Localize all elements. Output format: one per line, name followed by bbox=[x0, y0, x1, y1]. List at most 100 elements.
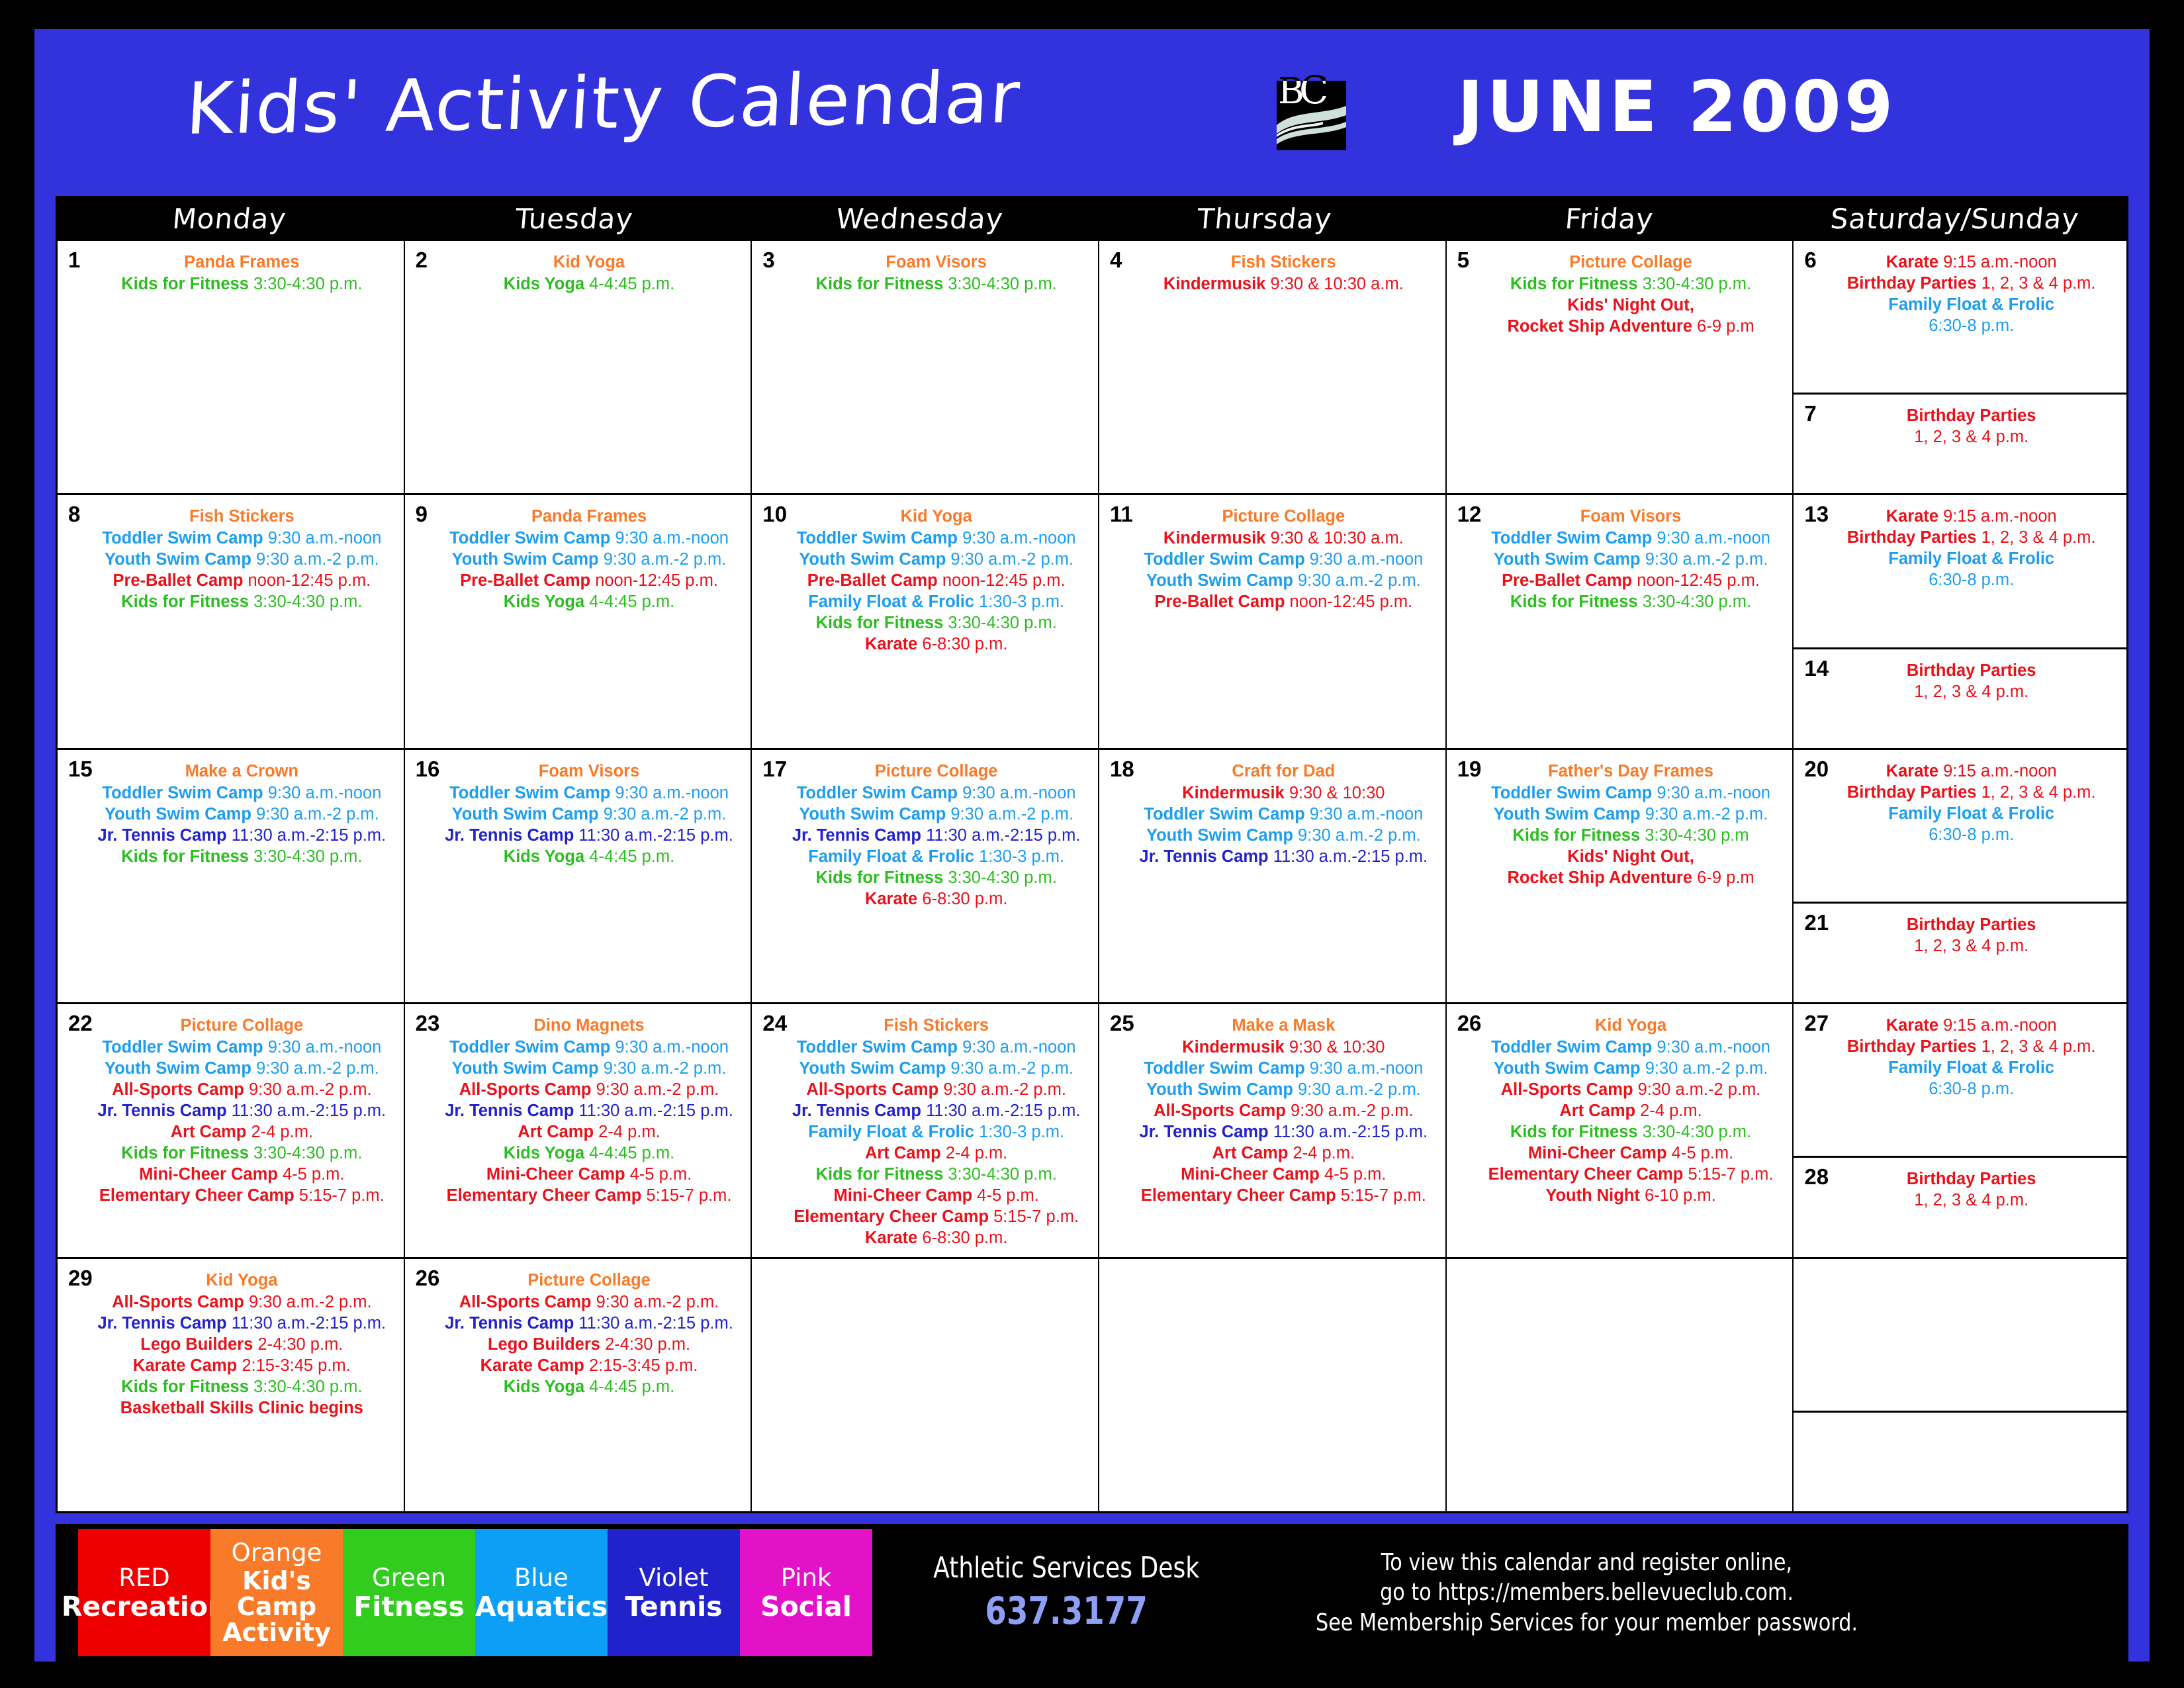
weekday-event[interactable]: Pre-Ballet Camp noon-12:45 p.m. bbox=[1476, 570, 1786, 591]
weekday-event[interactable]: Kids for Fitness 3:30-4:30 p.m. bbox=[87, 1376, 397, 1397]
weekday-event[interactable]: Youth Swim Camp 9:30 a.m.-2 p.m. bbox=[87, 549, 397, 570]
craft-activity-title[interactable]: Picture Collage bbox=[781, 761, 1091, 782]
weekday-event[interactable]: Youth Swim Camp 9:30 a.m.-2 p.m. bbox=[1128, 570, 1439, 591]
weekday-event[interactable]: Kids Yoga 4-4:45 p.m. bbox=[434, 1143, 745, 1164]
weekday-event[interactable]: All-Sports Camp 9:30 a.m.-2 p.m. bbox=[434, 1079, 745, 1100]
weekday-event[interactable]: Mini-Cheer Camp 4-5 p.m. bbox=[1476, 1143, 1786, 1164]
weekday-event[interactable]: Toddler Swim Camp 9:30 a.m.-noon bbox=[87, 1037, 397, 1058]
calendar-day-cell[interactable]: 2 Kid Yoga Kids Yoga 4-4:45 p.m. bbox=[404, 241, 752, 494]
weekday-event[interactable]: All-Sports Camp 9:30 a.m.-2 p.m. bbox=[87, 1291, 397, 1313]
weekday-event[interactable]: Toddler Swim Camp 9:30 a.m.-noon bbox=[1476, 1037, 1786, 1058]
weekday-event[interactable]: Toddler Swim Camp 9:30 a.m.-noon bbox=[87, 782, 397, 804]
weekday-event[interactable]: Elementary Cheer Camp 5:15-7 p.m. bbox=[781, 1206, 1091, 1227]
weekday-event[interactable]: Kids for Fitness 3:30-4:30 p.m. bbox=[87, 273, 397, 295]
weekday-event[interactable]: Art Camp 2-4 p.m. bbox=[434, 1121, 745, 1143]
weekend-event[interactable]: Birthday Parties bbox=[1823, 914, 2120, 935]
weekday-event[interactable]: Youth Swim Camp 9:30 a.m.-2 p.m. bbox=[434, 804, 745, 825]
weekday-event[interactable]: Youth Swim Camp 9:30 a.m.-2 p.m. bbox=[434, 1058, 745, 1079]
calendar-day-cell[interactable]: 12 Foam Visors Toddler Swim Camp 9:30 a.m.… bbox=[1446, 495, 1794, 748]
weekend-event[interactable]: Birthday Parties bbox=[1823, 660, 2120, 681]
weekday-event[interactable]: Youth Swim Camp 9:30 a.m.-2 p.m. bbox=[1128, 1079, 1439, 1100]
calendar-day-cell[interactable]: 16 Foam Visors Toddler Swim Camp 9:30 a.m.… bbox=[404, 749, 752, 1003]
weekend-event[interactable]: Karate 9:15 a.m.-noon bbox=[1823, 252, 2120, 273]
weekday-event[interactable]: All-Sports Camp 9:30 a.m.-2 p.m. bbox=[1476, 1079, 1786, 1100]
calendar-day-cell[interactable]: 3 Foam Visors Kids for Fitness 3:30-4:30 p… bbox=[752, 241, 1100, 494]
weekday-event[interactable]: Kids' Night Out, bbox=[1476, 846, 1786, 867]
weekday-event[interactable]: Youth Swim Camp 9:30 a.m.-2 p.m. bbox=[781, 549, 1091, 570]
calendar-saturday-cell[interactable]: 13 Karate 9:15 a.m.-noon Birthday Parties … bbox=[1794, 495, 2127, 649]
craft-activity-title[interactable]: Make a Crown bbox=[87, 761, 397, 782]
weekday-event[interactable]: Toddler Swim Camp 9:30 a.m.-noon bbox=[1128, 549, 1439, 570]
weekday-event[interactable]: Jr. Tennis Camp 11:30 a.m.-2:15 p.m. bbox=[87, 825, 397, 846]
craft-activity-title[interactable]: Picture Collage bbox=[1476, 252, 1786, 273]
weekday-event[interactable]: All-Sports Camp 9:30 a.m.-2 p.m. bbox=[434, 1291, 745, 1313]
weekday-event[interactable]: Kids Yoga 4-4:45 p.m. bbox=[434, 846, 745, 867]
calendar-saturday-cell[interactable]: 6 Karate 9:15 a.m.-noon Birthday Parties 1… bbox=[1794, 241, 2127, 395]
weekend-event[interactable]: Family Float & Frolic bbox=[1823, 548, 2120, 569]
weekday-event[interactable]: Youth Swim Camp 9:30 a.m.-2 p.m. bbox=[781, 804, 1091, 825]
weekday-event[interactable]: Toddler Swim Camp 9:30 a.m.-noon bbox=[781, 1037, 1091, 1058]
craft-activity-title[interactable]: Fish Stickers bbox=[1128, 252, 1439, 273]
weekday-event[interactable]: Kids for Fitness 3:30-4:30 p.m. bbox=[87, 591, 397, 612]
craft-activity-title[interactable]: Craft for Dad bbox=[1128, 761, 1439, 782]
calendar-sunday-cell[interactable] bbox=[1794, 1413, 2126, 1511]
calendar-day-cell[interactable]: 15 Make a Crown Toddler Swim Camp 9:30 a.m… bbox=[58, 749, 405, 1003]
weekend-event[interactable]: 6:30-8 p.m. bbox=[1823, 569, 2120, 590]
weekday-event[interactable]: Kids for Fitness 3:30-4:30 p.m. bbox=[87, 1143, 397, 1164]
weekend-event[interactable]: Karate 9:15 a.m.-noon bbox=[1823, 761, 2120, 782]
weekday-event[interactable]: Jr. Tennis Camp 11:30 a.m.-2:15 p.m. bbox=[434, 1100, 745, 1121]
weekday-event[interactable]: Youth Swim Camp 9:30 a.m.-2 p.m. bbox=[87, 1058, 397, 1079]
weekend-event[interactable]: Birthday Parties 1, 2, 3 & 4 p.m. bbox=[1823, 273, 2120, 294]
craft-activity-title[interactable]: Picture Collage bbox=[434, 1270, 745, 1291]
calendar-day-cell[interactable]: 17 Picture Collage Toddler Swim Camp 9:30 … bbox=[752, 749, 1100, 1003]
calendar-day-cell[interactable]: 26 Picture Collage All-Sports Camp 9:30 a.… bbox=[404, 1258, 752, 1512]
weekday-event[interactable]: Toddler Swim Camp 9:30 a.m.-noon bbox=[1128, 1058, 1439, 1079]
weekday-event[interactable]: Art Camp 2-4 p.m. bbox=[87, 1121, 397, 1143]
weekday-event[interactable]: Art Camp 2-4 p.m. bbox=[1476, 1100, 1786, 1121]
online-line-2[interactable]: go to https://members.bellevueclub.com. bbox=[1316, 1577, 1858, 1607]
craft-activity-title[interactable]: Kid Yoga bbox=[1476, 1015, 1786, 1036]
craft-activity-title[interactable]: Fish Stickers bbox=[781, 1015, 1091, 1036]
weekday-event[interactable]: Kids for Fitness 3:30-4:30 p.m. bbox=[781, 612, 1091, 633]
weekday-event[interactable]: Youth Swim Camp 9:30 a.m.-2 p.m. bbox=[434, 549, 745, 570]
weekday-event[interactable]: Jr. Tennis Camp 11:30 a.m.-2:15 p.m. bbox=[781, 825, 1091, 846]
weekday-event[interactable]: Art Camp 2-4 p.m. bbox=[1128, 1143, 1439, 1164]
weekday-event[interactable]: Toddler Swim Camp 9:30 a.m.-noon bbox=[1128, 804, 1439, 825]
weekday-event[interactable]: Toddler Swim Camp 9:30 a.m.-noon bbox=[434, 528, 745, 549]
weekday-event[interactable]: Kindermusik 9:30 & 10:30 a.m. bbox=[1128, 273, 1439, 295]
weekday-event[interactable]: Kids Yoga 4-4:45 p.m. bbox=[434, 591, 745, 612]
weekday-event[interactable]: All-Sports Camp 9:30 a.m.-2 p.m. bbox=[87, 1079, 397, 1100]
weekday-event[interactable]: Family Float & Frolic 1:30-3 p.m. bbox=[781, 591, 1091, 612]
calendar-saturday-cell[interactable]: 27 Karate 9:15 a.m.-noon Birthday Parties … bbox=[1794, 1004, 2127, 1158]
weekday-event[interactable]: Pre-Ballet Camp noon-12:45 p.m. bbox=[1128, 591, 1439, 612]
weekday-event[interactable]: Youth Swim Camp 9:30 a.m.-2 p.m. bbox=[1476, 1058, 1786, 1079]
weekday-event[interactable]: Mini-Cheer Camp 4-5 p.m. bbox=[87, 1164, 397, 1185]
calendar-day-cell[interactable]: 8 Fish Stickers Toddler Swim Camp 9:30 a.m… bbox=[58, 495, 405, 748]
craft-activity-title[interactable]: Picture Collage bbox=[1128, 506, 1439, 527]
weekday-event[interactable]: Jr. Tennis Camp 11:30 a.m.-2:15 p.m. bbox=[1128, 1121, 1439, 1143]
weekday-event[interactable]: Karate 6-8:30 p.m. bbox=[781, 888, 1091, 910]
weekday-event[interactable]: Mini-Cheer Camp 4-5 p.m. bbox=[781, 1185, 1091, 1206]
weekend-event[interactable]: 1, 2, 3 & 4 p.m. bbox=[1823, 426, 2120, 447]
calendar-day-cell[interactable]: 23 Dino Magnets Toddler Swim Camp 9:30 a.m… bbox=[404, 1004, 752, 1257]
calendar-day-cell[interactable]: 18 Craft for Dad Kindermusik 9:30 & 10:30 T… bbox=[1099, 749, 1447, 1003]
calendar-day-cell[interactable]: 10 Kid Yoga Toddler Swim Camp 9:30 a.m.-no… bbox=[752, 495, 1100, 748]
weekday-event[interactable]: Jr. Tennis Camp 11:30 a.m.-2:15 p.m. bbox=[434, 1313, 745, 1334]
weekday-event[interactable]: Jr. Tennis Camp 11:30 a.m.-2:15 p.m. bbox=[434, 825, 745, 846]
weekend-event[interactable]: Birthday Parties bbox=[1823, 1168, 2120, 1190]
weekday-event[interactable]: Pre-Ballet Camp noon-12:45 p.m. bbox=[434, 570, 745, 591]
craft-activity-title[interactable]: Make a Mask bbox=[1128, 1015, 1439, 1036]
calendar-day-cell[interactable] bbox=[1099, 1258, 1447, 1512]
craft-activity-title[interactable]: Fish Stickers bbox=[87, 506, 397, 527]
calendar-sunday-cell[interactable]: 28 Birthday Parties 1, 2, 3 & 4 p.m. bbox=[1794, 1158, 2126, 1256]
weekday-event[interactable]: Rocket Ship Adventure 6-9 p.m bbox=[1476, 867, 1786, 888]
calendar-sunday-cell[interactable]: 21 Birthday Parties 1, 2, 3 & 4 p.m. bbox=[1794, 904, 2126, 1002]
calendar-day-cell[interactable]: 4 Fish Stickers Kindermusik 9:30 & 10:30 a… bbox=[1099, 241, 1447, 494]
weekday-event[interactable]: Youth Swim Camp 9:30 a.m.-2 p.m. bbox=[87, 804, 397, 825]
calendar-saturday-cell[interactable]: 20 Karate 9:15 a.m.-noon Birthday Parties … bbox=[1794, 750, 2127, 904]
weekday-event[interactable]: Kids for Fitness 3:30-4:30 p.m. bbox=[781, 867, 1091, 888]
craft-activity-title[interactable]: Panda Frames bbox=[434, 506, 745, 527]
weekday-event[interactable]: Family Float & Frolic 1:30-3 p.m. bbox=[781, 1121, 1091, 1143]
calendar-day-cell[interactable]: 1 Panda Frames Kids for Fitness 3:30-4:30 … bbox=[58, 241, 405, 494]
weekday-event[interactable]: Elementary Cheer Camp 5:15-7 p.m. bbox=[87, 1185, 397, 1206]
